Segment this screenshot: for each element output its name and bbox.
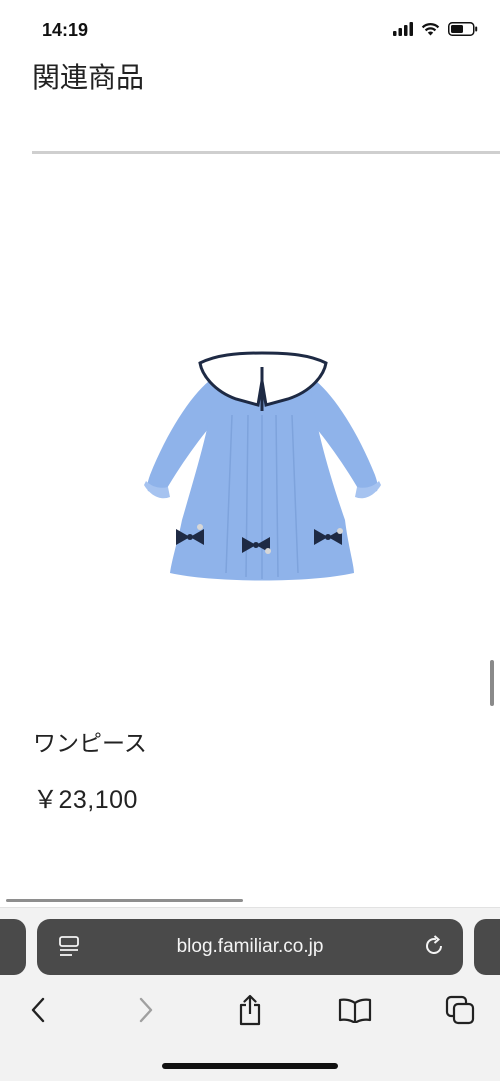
status-bar: 14:19 xyxy=(0,0,500,60)
signal-icon xyxy=(393,22,413,36)
previous-tab-preview[interactable] xyxy=(0,919,26,975)
book-icon xyxy=(338,998,372,1023)
horizontal-scrollbar[interactable] xyxy=(6,899,243,902)
reload-icon[interactable] xyxy=(423,935,445,957)
product-name[interactable]: ワンピース xyxy=(33,724,147,758)
url-text[interactable]: blog.familiar.co.jp xyxy=(37,936,463,958)
product-image[interactable] xyxy=(140,345,385,590)
section-divider xyxy=(32,151,500,154)
status-icons xyxy=(393,22,478,36)
status-time: 14:19 xyxy=(42,20,89,40)
browser-toolbar xyxy=(0,984,500,1034)
back-button[interactable] xyxy=(20,992,56,1028)
chevron-right-icon xyxy=(139,997,153,1023)
vertical-scrollbar[interactable] xyxy=(490,660,494,706)
tabs-icon xyxy=(445,995,475,1025)
share-button[interactable] xyxy=(232,992,268,1028)
battery-icon xyxy=(448,22,478,36)
home-indicator[interactable] xyxy=(162,1063,338,1069)
wifi-icon xyxy=(421,22,440,36)
next-tab-preview[interactable] xyxy=(474,919,500,975)
chevron-left-icon xyxy=(31,997,45,1023)
address-bar[interactable]: blog.familiar.co.jp xyxy=(37,919,463,975)
section-title: 関連商品 xyxy=(32,61,145,94)
bookmarks-button[interactable] xyxy=(337,992,373,1028)
dress-image xyxy=(144,351,381,581)
share-icon xyxy=(239,994,261,1026)
tabs-button[interactable] xyxy=(442,992,478,1028)
forward-button[interactable] xyxy=(128,992,164,1028)
product-price: ￥23,100 xyxy=(33,786,138,814)
